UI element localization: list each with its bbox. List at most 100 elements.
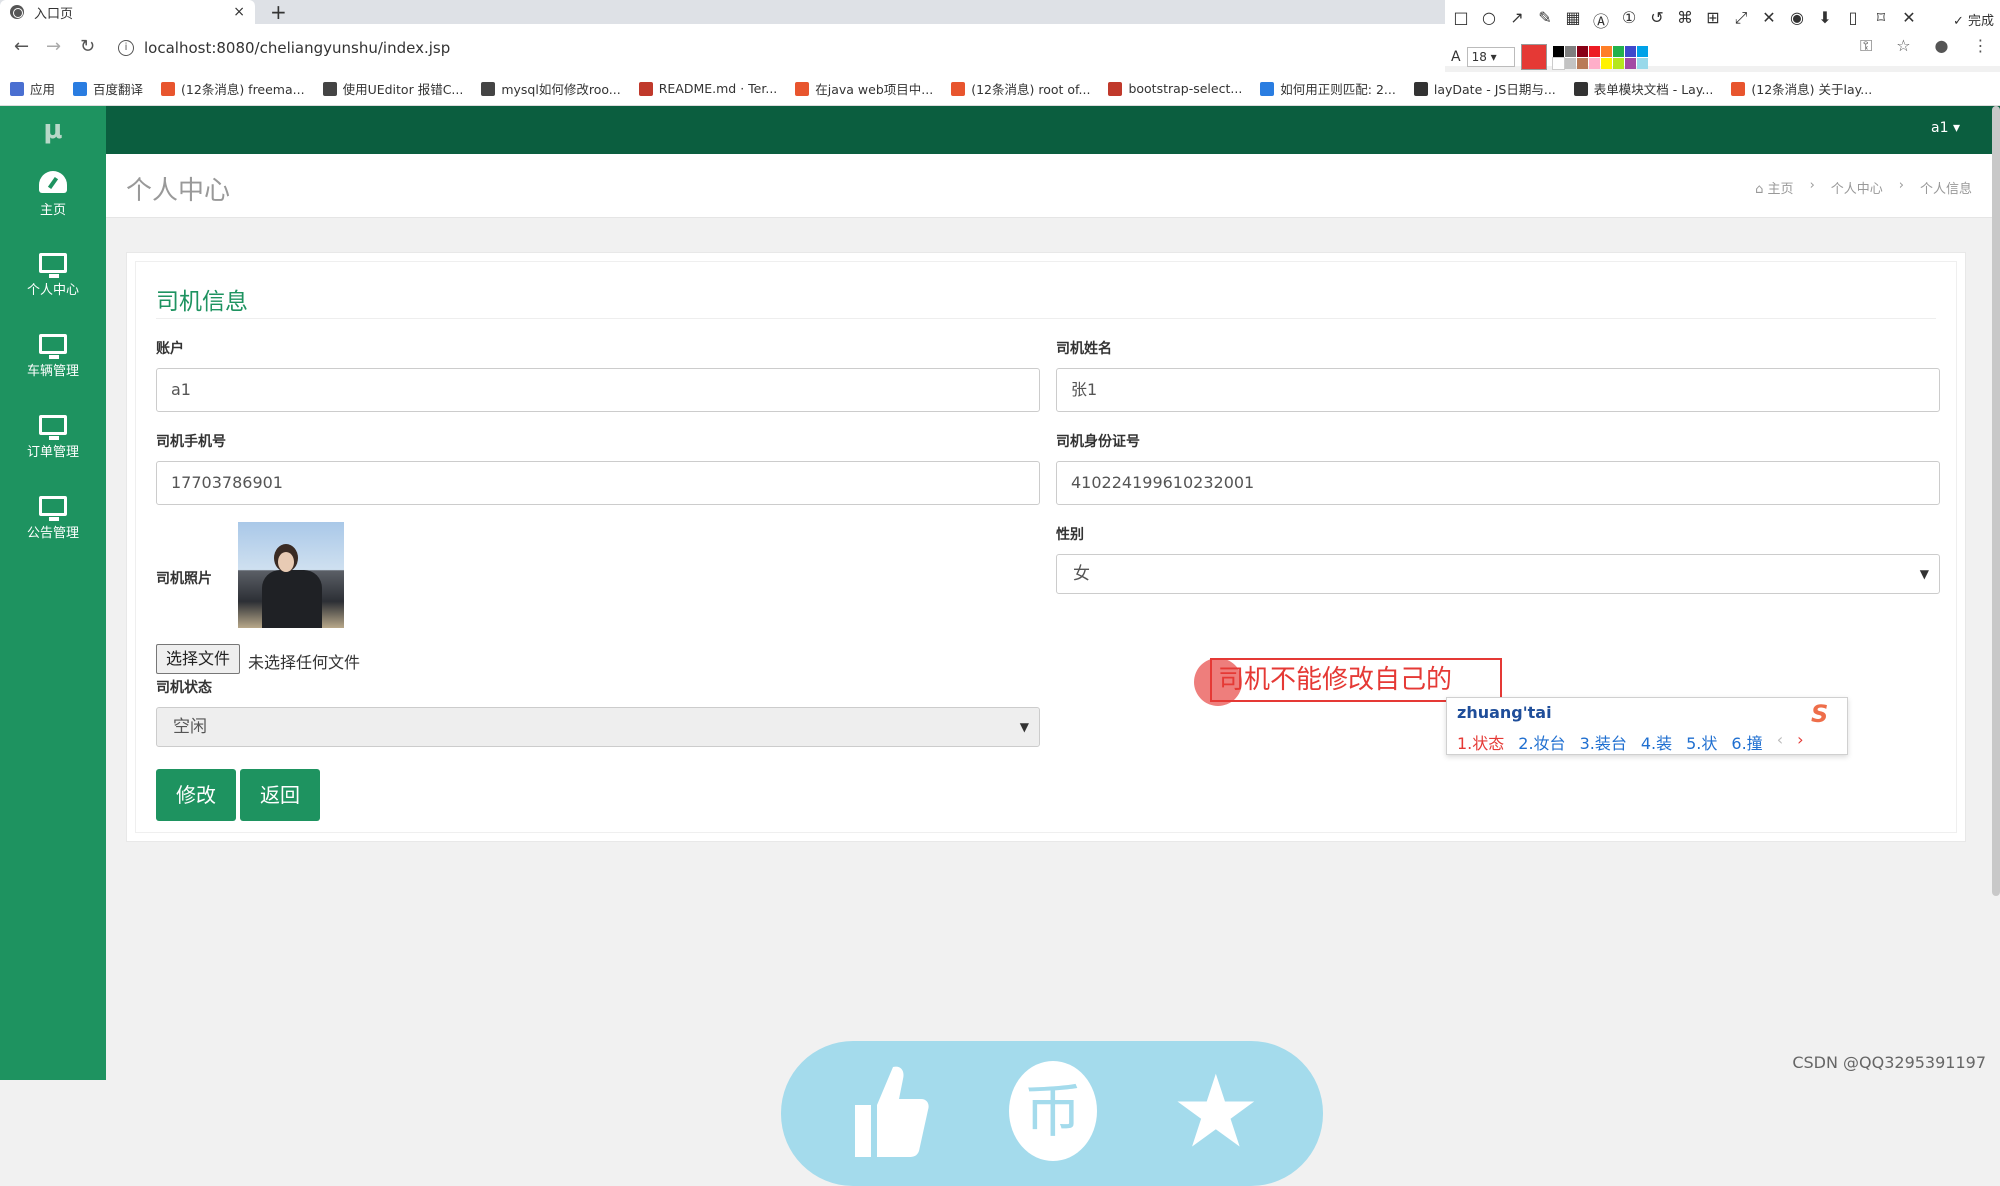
phone-icon[interactable]: ▯	[1843, 8, 1863, 32]
monitor-icon	[39, 415, 67, 435]
bookmark-label: 在java web项目中...	[815, 79, 933, 98]
gender-select[interactable]: 女 ▼	[1056, 554, 1940, 594]
bookmark-item[interactable]: 应用	[10, 79, 55, 98]
bookmark-item[interactable]: mysql如何修改roo...	[481, 79, 620, 98]
number-tool-icon[interactable]: ①	[1619, 8, 1639, 32]
rectangle-tool-icon[interactable]: □	[1451, 8, 1471, 32]
pen-tool-icon[interactable]: ✎	[1535, 8, 1555, 32]
reload-icon[interactable]: ↻	[80, 36, 95, 57]
breadcrumb: ⌂ 主页 › 个人中心 › 个人信息	[1755, 178, 1972, 197]
ime-candidate[interactable]: 1.状态	[1457, 730, 1504, 754]
breadcrumb-separator: ›	[1810, 178, 1815, 197]
bookmark-item[interactable]: 使用UEditor 报错C...	[323, 79, 464, 98]
sidebar-item-orders[interactable]: 订单管理	[0, 397, 106, 478]
bookmark-favicon-icon	[1731, 82, 1745, 96]
browser-tab[interactable]: 入口页 ×	[0, 0, 255, 24]
monitor-icon	[39, 334, 67, 354]
bookmark-label: layDate - JS日期与...	[1434, 79, 1556, 98]
bookmark-favicon-icon	[323, 82, 337, 96]
bookmark-item[interactable]: README.md · Ter...	[639, 81, 778, 96]
bookmark-icon[interactable]: ⌑	[1871, 8, 1891, 32]
forward-arrow-icon[interactable]: →	[46, 36, 61, 57]
driver-photo	[238, 522, 344, 628]
ime-candidate[interactable]: 3.装台	[1580, 730, 1627, 754]
ime-candidate[interactable]: 6.撞	[1731, 730, 1762, 754]
coin-icon[interactable]: 币	[1009, 1061, 1097, 1161]
tab-close-icon[interactable]: ×	[233, 4, 245, 20]
page-scrollbar[interactable]	[1992, 106, 2000, 896]
ime-prev-icon[interactable]: ‹	[1777, 730, 1783, 754]
info-icon[interactable]: i	[118, 40, 134, 56]
page-header: 个人中心 ⌂ 主页 › 个人中心 › 个人信息	[106, 154, 2000, 218]
idcard-label: 司机身份证号	[1056, 431, 1140, 451]
sidebar-item-vehicles[interactable]: 车辆管理	[0, 316, 106, 397]
done-label: 完成	[1968, 14, 1994, 29]
chevron-down-icon: ▼	[1920, 555, 1929, 593]
sidebar-item-home[interactable]: 主页	[0, 154, 106, 235]
font-size-select[interactable]: 18 ▾	[1467, 47, 1515, 67]
key-icon[interactable]: ⚿	[1860, 36, 1872, 56]
bookmark-favicon-icon	[795, 82, 809, 96]
text-tool-icon[interactable]: Ⓐ	[1591, 8, 1611, 32]
submit-button[interactable]: 修改	[156, 769, 236, 821]
ime-candidate[interactable]: 2.妆台	[1518, 730, 1565, 754]
star-bookmark-icon[interactable]: ☆	[1896, 36, 1910, 56]
bookmark-favicon-icon	[1260, 82, 1274, 96]
bookmark-item[interactable]: bootstrap-select...	[1108, 81, 1242, 96]
bookmark-item[interactable]: (12条消息) root of...	[951, 79, 1090, 98]
ellipse-tool-icon[interactable]: ○	[1479, 8, 1499, 32]
mosaic-tool-icon[interactable]: ▦	[1563, 8, 1583, 32]
annotation-textbox[interactable]: 司机不能修改自己的	[1210, 658, 1502, 702]
back-button[interactable]: 返回	[240, 769, 320, 821]
sidebar-item-profile[interactable]: 个人中心	[0, 235, 106, 316]
star-icon[interactable]: ★	[1171, 1057, 1261, 1167]
bookmark-label: 表单模块文档 - Lay...	[1594, 79, 1714, 98]
breadcrumb-home[interactable]: ⌂ 主页	[1755, 178, 1793, 197]
font-icon: A	[1451, 49, 1461, 65]
expand-icon[interactable]: ⤢	[1731, 8, 1751, 32]
bookmark-item[interactable]: (12条消息) 关于lay...	[1731, 79, 1872, 98]
bookmark-item[interactable]: 表单模块文档 - Lay...	[1574, 79, 1714, 98]
done-button[interactable]: ✓ 完成	[1953, 10, 1994, 29]
bookmark-item[interactable]: 如何用正则匹配: 2...	[1260, 79, 1396, 98]
color-palette[interactable]	[1553, 46, 1648, 69]
new-tab-button[interactable]: +	[270, 0, 287, 24]
breadcrumb-profile[interactable]: 个人中心	[1831, 178, 1883, 197]
undo-icon[interactable]: ↺	[1647, 8, 1667, 32]
driver-name-field[interactable]: 张1	[1056, 368, 1940, 412]
choose-file-button[interactable]: 选择文件	[156, 644, 240, 674]
thumbs-up-icon[interactable]	[849, 1061, 929, 1161]
bookmark-item[interactable]: (12条消息) freema...	[161, 79, 305, 98]
download-icon[interactable]: ⬇	[1815, 8, 1835, 32]
current-color-swatch[interactable]	[1521, 44, 1547, 70]
sidebar-item-label: 公告管理	[27, 522, 79, 541]
bookmark-label: 使用UEditor 报错C...	[343, 79, 464, 98]
cancel-icon[interactable]: ✕	[1899, 8, 1919, 32]
status-select[interactable]: 空闲 ▼	[156, 707, 1040, 747]
bookmark-favicon-icon	[1108, 82, 1122, 96]
arrow-tool-icon[interactable]: ↗	[1507, 8, 1527, 32]
idcard-field[interactable]: 410224199610232001	[1056, 461, 1940, 505]
pin-icon[interactable]: ✕	[1759, 8, 1779, 32]
url-field[interactable]: i localhost:8080/cheliangyunshu/index.js…	[118, 34, 1418, 62]
bookmark-item[interactable]: layDate - JS日期与...	[1414, 79, 1556, 98]
user-menu[interactable]: a1 ▾	[1931, 120, 1960, 136]
bookmark-item[interactable]: 在java web项目中...	[795, 79, 933, 98]
ime-next-icon[interactable]: ›	[1797, 730, 1803, 754]
bookmark-label: 应用	[30, 79, 55, 98]
translate-icon[interactable]: ⌘	[1675, 8, 1695, 32]
ime-candidate[interactable]: 5.状	[1686, 730, 1717, 754]
profile-icon[interactable]: ●	[1935, 36, 1949, 56]
bookmark-item[interactable]: 百度翻译	[73, 79, 143, 98]
menu-icon[interactable]: ⋮	[1973, 36, 1989, 56]
dashboard-icon	[39, 171, 67, 193]
back-arrow-icon[interactable]: ←	[14, 36, 29, 57]
ocr-icon[interactable]: ⊞	[1703, 8, 1723, 32]
gender-value: 女	[1073, 564, 1090, 584]
photo-face	[278, 552, 294, 572]
status-value: 空闲	[173, 717, 207, 737]
record-icon[interactable]: ◉	[1787, 8, 1807, 32]
bookmark-label: bootstrap-select...	[1128, 81, 1242, 96]
sidebar-item-notices[interactable]: 公告管理	[0, 478, 106, 559]
ime-candidate[interactable]: 4.装	[1641, 730, 1672, 754]
